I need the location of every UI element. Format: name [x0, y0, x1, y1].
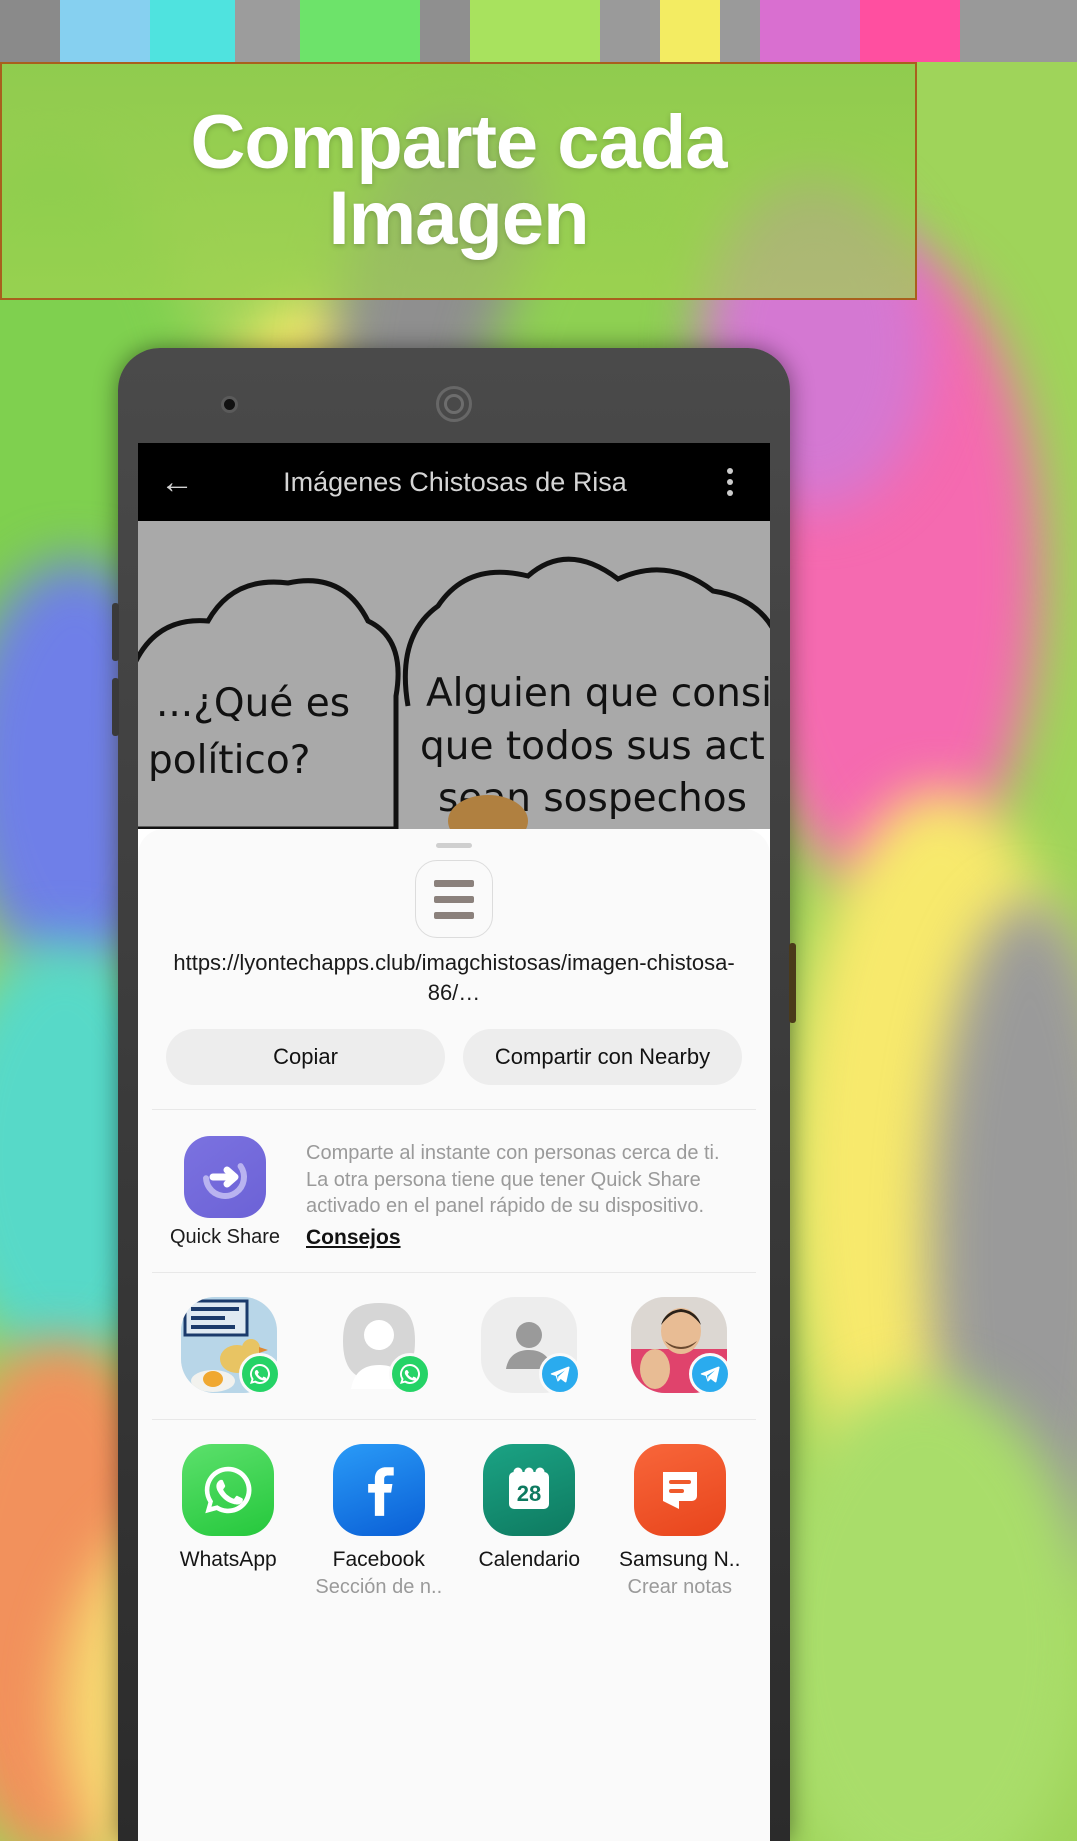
- promo-banner-line-2: Imagen: [328, 176, 589, 261]
- calendar-day-number: 28: [517, 1481, 541, 1506]
- quick-share-description: Comparte al instante con personas cerca …: [306, 1142, 720, 1218]
- quick-share-icon: [184, 1136, 266, 1219]
- page-title: Imágenes Chistosas de Risa: [283, 466, 627, 497]
- earpiece-speaker-icon: [436, 386, 472, 422]
- promo-banner-text: Comparte cada Imagen: [190, 100, 727, 261]
- app-shortcut-facebook[interactable]: Facebook Sección de n..: [307, 1443, 452, 1599]
- contact-chick-photo[interactable]: [160, 1296, 298, 1395]
- whatsapp-badge-icon: [389, 1352, 431, 1395]
- shared-link-block: https://lyontechapps.club/imagchistosas/…: [138, 848, 770, 1007]
- app-shortcut-samsung-notes[interactable]: Samsung N.. Crear notas: [608, 1443, 753, 1599]
- volume-button-up: [112, 603, 119, 661]
- facebook-icon: [332, 1443, 425, 1536]
- app-label: Calendario: [478, 1547, 581, 1571]
- app-sublabel: Crear notas: [627, 1575, 733, 1598]
- calendar-icon: 28: [483, 1443, 576, 1536]
- svg-text:que todos sus act: que todos sus act: [420, 724, 765, 769]
- app-sublabel: Sección de n..: [315, 1575, 443, 1598]
- contact-man-photo[interactable]: [610, 1296, 748, 1395]
- copy-button[interactable]: Copiar: [166, 1029, 445, 1086]
- quick-share-icon-block[interactable]: Quick Share: [166, 1136, 284, 1249]
- promo-banner: Comparte cada Imagen: [0, 62, 917, 300]
- contact-default-person-2[interactable]: [460, 1296, 598, 1395]
- phone-screen: ← Imágenes Chistosas de Risa ...¿Qué es …: [138, 443, 770, 1841]
- whatsapp-badge-icon: [239, 1352, 281, 1395]
- app-bar: ← Imágenes Chistosas de Risa: [138, 443, 770, 521]
- power-button: [789, 943, 796, 1023]
- svg-text:político?: político?: [148, 738, 310, 783]
- app-shortcut-whatsapp[interactable]: WhatsApp: [156, 1443, 301, 1599]
- samsung-notes-icon: [633, 1443, 726, 1536]
- comic-drawing-icon: ...¿Qué es político? Alguien que consig …: [138, 521, 770, 829]
- quick-share-label: Quick Share: [169, 1226, 281, 1249]
- app-label: Samsung N..: [619, 1547, 741, 1571]
- phone-mockup: ← Imágenes Chistosas de Risa ...¿Qué es …: [112, 348, 796, 1841]
- quick-share-text-block: Comparte al instante con personas cerca …: [306, 1136, 742, 1249]
- front-camera-icon: [221, 396, 238, 413]
- hamburger-link-icon: [415, 860, 493, 938]
- bg-blob-green-bottom: [760, 1380, 1077, 1841]
- kebab-menu-icon[interactable]: [712, 468, 748, 496]
- contact-default-person[interactable]: [310, 1296, 448, 1395]
- contact-shortcuts-row: [138, 1273, 770, 1419]
- svg-text:...¿Qué es: ...¿Qué es: [156, 681, 350, 726]
- share-nearby-button[interactable]: Compartir con Nearby: [463, 1029, 742, 1086]
- app-label: WhatsApp: [179, 1547, 277, 1571]
- app-shortcut-calendario[interactable]: 28 Calendario: [457, 1443, 602, 1599]
- comic-image[interactable]: ...¿Qué es político? Alguien que consig …: [138, 521, 770, 829]
- telegram-badge-icon: [539, 1352, 581, 1395]
- app-shortcuts-row: WhatsApp Facebook Sección de n.. 28 Cale…: [138, 1420, 770, 1609]
- app-label: Facebook: [332, 1547, 425, 1571]
- shared-url-text: https://lyontechapps.club/imagchistosas/…: [173, 950, 735, 1005]
- telegram-badge-icon: [689, 1352, 731, 1395]
- volume-button-down: [112, 678, 119, 736]
- quick-share-tips-link[interactable]: Consejos: [306, 1226, 401, 1250]
- quick-share-section[interactable]: Quick Share Comparte al instante con per…: [138, 1110, 770, 1271]
- phone-bezel-top: [118, 348, 790, 443]
- background-top-band: [0, 0, 1077, 62]
- svg-text:Alguien que consig: Alguien que consig: [426, 671, 770, 716]
- share-action-buttons: Copiar Compartir con Nearby: [138, 1007, 770, 1109]
- whatsapp-icon: [182, 1443, 275, 1536]
- share-sheet: https://lyontechapps.club/imagchistosas/…: [138, 829, 770, 1841]
- promo-banner-line-1: Comparte cada: [190, 100, 727, 185]
